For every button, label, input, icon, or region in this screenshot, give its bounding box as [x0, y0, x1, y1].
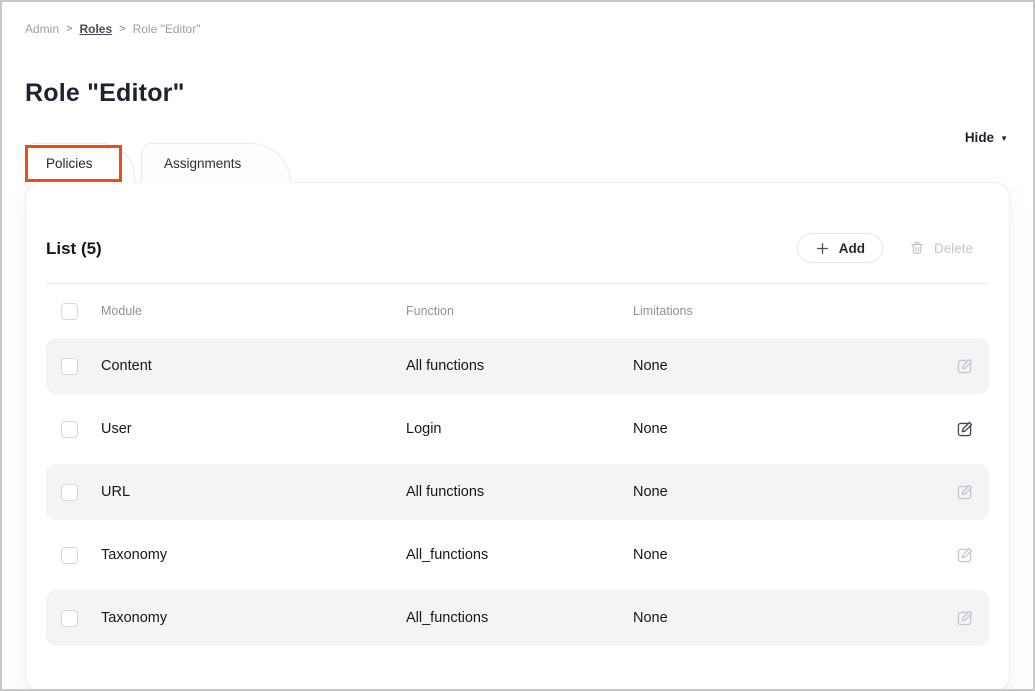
row-checkbox[interactable]	[61, 610, 78, 627]
hide-toggle[interactable]: Hide ▼	[965, 130, 1008, 145]
edit-icon[interactable]	[955, 546, 974, 565]
add-button-label: Add	[839, 241, 865, 256]
edit-icon[interactable]	[955, 609, 974, 628]
row-checkbox[interactable]	[61, 358, 78, 375]
tab-policies[interactable]: Policies	[25, 143, 135, 183]
cell-limitations: None	[633, 484, 930, 500]
table-row: Taxonomy All_functions None	[46, 527, 989, 583]
cell-function: All_functions	[406, 547, 633, 563]
table-row: URL All functions None	[46, 464, 989, 520]
table-row: User Login None	[46, 401, 989, 457]
column-header-limitations: Limitations	[633, 304, 930, 318]
page-title: Role "Editor"	[25, 79, 1033, 107]
plus-icon	[815, 241, 830, 256]
table-row: Content All functions None	[46, 338, 989, 394]
breadcrumb-admin: Admin	[25, 22, 59, 36]
table-header-row: Module Function Limitations	[46, 284, 989, 338]
edit-icon[interactable]	[955, 420, 974, 439]
hide-toggle-label: Hide	[965, 130, 994, 145]
column-header-function: Function	[406, 304, 633, 318]
tab-assignments-label: Assignments	[164, 156, 241, 171]
cell-function: All functions	[406, 484, 633, 500]
tab-bar: Policies Assignments Hide ▼	[25, 143, 1010, 183]
cell-limitations: None	[633, 610, 930, 626]
cell-function: All_functions	[406, 610, 633, 626]
cell-module: Taxonomy	[101, 547, 406, 563]
cell-module: User	[101, 421, 406, 437]
row-checkbox[interactable]	[61, 421, 78, 438]
row-checkbox[interactable]	[61, 547, 78, 564]
delete-button-label: Delete	[934, 241, 973, 256]
breadcrumb-roles-link[interactable]: Roles	[79, 22, 112, 36]
cell-module: Content	[101, 358, 406, 374]
breadcrumb-separator: >	[119, 22, 125, 36]
cell-limitations: None	[633, 547, 930, 563]
cell-function: All functions	[406, 358, 633, 374]
cell-function: Login	[406, 421, 633, 437]
panel-actions: Add Delete	[797, 233, 989, 263]
cell-limitations: None	[633, 358, 930, 374]
edit-icon[interactable]	[955, 483, 974, 502]
delete-button[interactable]: Delete	[909, 240, 973, 256]
page: Admin > Roles > Role "Editor" Role "Edit…	[0, 0, 1035, 691]
list-title: List (5)	[46, 235, 102, 262]
column-header-module: Module	[101, 304, 406, 318]
breadcrumb: Admin > Roles > Role "Editor"	[2, 2, 1033, 36]
panel-header: List (5) Add	[46, 183, 989, 283]
breadcrumb-separator: >	[66, 22, 72, 36]
table-row: Taxonomy All_functions None	[46, 590, 989, 646]
tab-policies-label: Policies	[46, 156, 93, 171]
cell-module: URL	[101, 484, 406, 500]
trash-icon	[909, 240, 925, 256]
add-button[interactable]: Add	[797, 233, 883, 263]
caret-down-icon: ▼	[1000, 133, 1008, 143]
select-all-checkbox[interactable]	[61, 303, 78, 320]
cell-module: Taxonomy	[101, 610, 406, 626]
breadcrumb-current: Role "Editor"	[133, 22, 201, 36]
policies-panel: List (5) Add	[25, 182, 1010, 691]
edit-icon[interactable]	[955, 357, 974, 376]
table-body: Content All functions None User Login No…	[46, 338, 989, 646]
row-checkbox[interactable]	[61, 484, 78, 501]
tab-assignments[interactable]: Assignments	[141, 143, 291, 183]
cell-limitations: None	[633, 421, 930, 437]
